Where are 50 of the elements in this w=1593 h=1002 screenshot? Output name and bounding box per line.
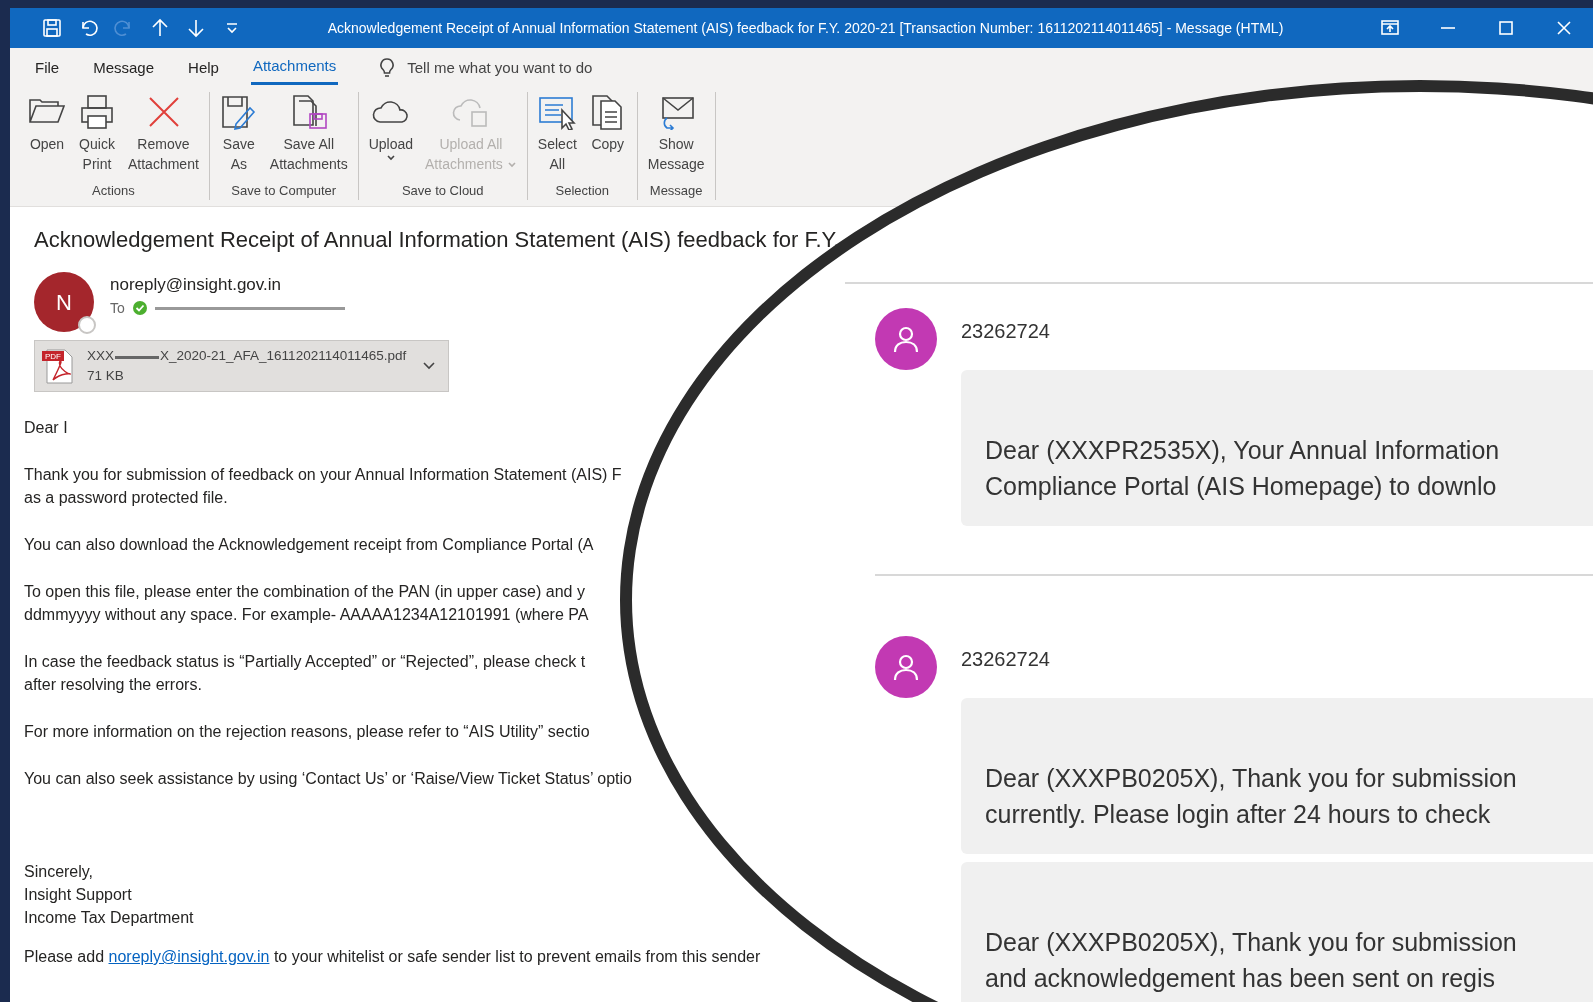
ribbon-tab[interactable]: Attachments — [250, 51, 339, 85]
ribbon-group-label: Save to Computer — [230, 181, 338, 200]
file-type-label: PDF — [45, 352, 61, 361]
email-link[interactable]: noreply@insight.gov.in — [108, 948, 270, 965]
sender-number: 23262724 — [961, 319, 1051, 344]
message-bubble: Dear (XXXPB0205X), Thank you for submission and acknowledgement has been sent on regis — [961, 862, 1593, 1002]
attachment-card[interactable]: PDF XXX X_2020-21_AFA_1611202114011465.pdf 71 KB — [34, 340, 449, 392]
signature-line: Insight Support — [24, 885, 132, 905]
ribbon-button[interactable]: Select All — [533, 92, 581, 181]
presence-status-icon — [78, 316, 96, 334]
message-subject: Acknowledgement Receipt of Annual Information Statement (AIS) feedback for F.Y. — [34, 226, 841, 254]
body-paragraph: Dear I — [24, 418, 68, 438]
ribbon-button[interactable]: Open — [24, 92, 70, 181]
ribbon-group-label: Actions — [91, 181, 136, 200]
message-bubble: Dear (XXXPR2535X), Your Annual Information Compliance Portal (AIS Homepage) to downlo — [961, 370, 1593, 526]
chevron-down-icon[interactable] — [422, 361, 436, 371]
body-paragraph: Thank you for submission of feedback on your Annual Information Statement (AIS) F as a password protected file. — [24, 465, 622, 508]
ribbon-button[interactable]: Remove Attachment — [124, 92, 203, 181]
signature-line: Sincerely, — [24, 862, 94, 882]
ribbon-group-label: Selection — [554, 181, 611, 200]
sender-avatar: N — [34, 272, 94, 332]
printer-icon — [78, 94, 116, 130]
signature-line: Income Tax Department — [24, 908, 194, 928]
ribbon-group-label: Message — [648, 181, 704, 200]
ribbon-button[interactable]: Quick Print — [74, 92, 120, 181]
body-paragraph: You can also seek assistance by using ‘Contact Us’ or ‘Raise/View Ticket Status’ optio — [24, 769, 632, 789]
ribbon-button[interactable]: Save As — [215, 92, 262, 181]
body-paragraph: In case the feedback status is “Partially Accepted” or “Rejected”, please check t after resolving the errors. — [24, 652, 586, 695]
body-paragraph: To open this file, please enter the combination of the PAN (in upper case) and y ddmmyyyy without any space. For example- AAAAA1234A12101991 (where PA — [24, 582, 589, 625]
to-label: To — [110, 298, 125, 318]
body-paragraph: For more information on the rejection reasons, please refer to “AIS Utility” sectio — [24, 722, 590, 742]
body-paragraph: You can also download the Acknowledgement receipt from Compliance Portal (A — [24, 535, 594, 555]
ribbon-tab[interactable]: Message — [91, 52, 157, 84]
window-title: Acknowledgement Receipt of Annual Information Statement (AIS) feedback for F.Y. 2020-21 [Transaction Number: 1611202114011465] - Message (HTML) — [326, 18, 1285, 38]
tell-me-search-field[interactable]: Tell me what you want to do — [405, 55, 706, 81]
select-all-cursor-icon — [538, 94, 577, 130]
ribbon-button[interactable]: Save All Attachments — [265, 92, 352, 181]
sender-address: noreply@insight.gov.in — [110, 274, 282, 296]
ribbon-button[interactable]: Upload — [364, 92, 418, 181]
attachment-size: 71 KB — [87, 367, 125, 385]
check-circle-icon — [132, 301, 147, 315]
ribbon-tab[interactable]: File — [33, 52, 62, 84]
attachment-filename: X_2020-21_AFA_1611202114011465.pdf — [160, 346, 407, 365]
message-bubble: Dear (XXXPB0205X), Thank you for submission currently. Please login after 24 hours to check — [961, 698, 1593, 854]
floppy-pencil-icon — [219, 94, 258, 130]
ribbon-tab[interactable]: Help — [186, 52, 221, 84]
sender-number: 23262724 — [961, 647, 1051, 672]
ribbon-group-label: Save to Cloud — [400, 181, 485, 200]
redaction-bar — [115, 356, 159, 360]
attachment-filename: XXX — [87, 346, 114, 365]
